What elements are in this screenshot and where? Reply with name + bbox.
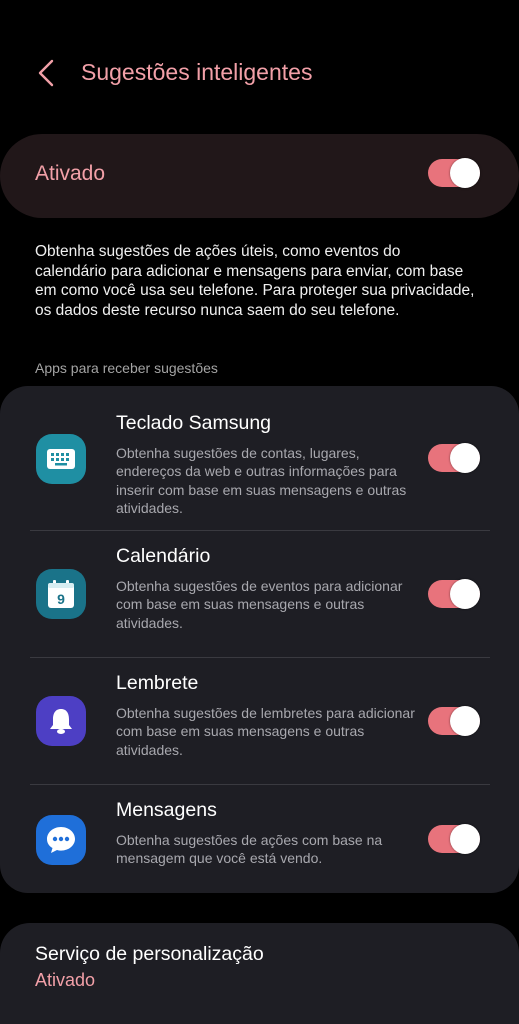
app-description: Obtenha sugestões de eventos para adicio… (116, 578, 403, 631)
reminder-toggle-switch[interactable] (428, 706, 480, 736)
toggle-knob (450, 579, 480, 609)
app-row-calendar[interactable]: 9 Calendário Obtenha sugestões de evento… (0, 531, 519, 657)
calendar-icon: 9 (48, 580, 74, 608)
keyboard-icon (47, 449, 75, 469)
app-title: Mensagens (116, 799, 217, 821)
reminder-app-icon (36, 696, 86, 746)
toggle-knob (450, 824, 480, 854)
calendar-day-number: 9 (57, 591, 65, 607)
chevron-left-icon (38, 59, 54, 87)
app-title: Calendário (116, 545, 211, 567)
app-title: Teclado Samsung (116, 412, 272, 434)
section-label: Apps para receber sugestões (35, 360, 218, 376)
app-description: Obtenha sugestões de ações com base na m… (116, 832, 383, 867)
master-toggle-label: Ativado (35, 162, 106, 185)
page-title: Sugestões inteligentes (81, 59, 313, 85)
app-title: Lembrete (116, 672, 199, 694)
app-row-reminder[interactable]: Lembrete Obtenha sugestões de lembretes … (0, 658, 519, 784)
smart-suggestions-screen: Sugestões inteligentes Ativado Obtenha s… (0, 0, 519, 1024)
personalization-title: Serviço de personalização (35, 943, 264, 965)
keyboard-app-icon (36, 434, 86, 484)
personalization-status: Ativado (35, 970, 96, 990)
bell-icon (50, 709, 72, 734)
personalization-service-row[interactable]: Serviço de personalização Ativado (0, 923, 519, 1024)
toggle-knob (450, 443, 480, 473)
calendar-app-icon: 9 (36, 569, 86, 619)
master-toggle-row[interactable]: Ativado (0, 134, 519, 218)
app-row-samsung-keyboard[interactable]: Teclado Samsung Obtenha sugestões de con… (0, 386, 519, 530)
message-bubble-icon (47, 827, 75, 853)
feature-description: Obtenha sugestões de ações úteis, como e… (35, 243, 475, 319)
master-toggle-switch[interactable] (428, 158, 480, 188)
back-button[interactable] (28, 55, 64, 91)
app-bar: Sugestões inteligentes (0, 45, 519, 103)
keyboard-toggle-switch[interactable] (428, 443, 480, 473)
calendar-toggle-switch[interactable] (428, 579, 480, 609)
app-description: Obtenha sugestões de contas, lugares, en… (116, 445, 407, 516)
app-row-messages[interactable]: Mensagens Obtenha sugestões de ações com… (0, 785, 519, 893)
toggle-knob (450, 706, 480, 736)
app-description: Obtenha sugestões de lembretes para adic… (116, 705, 415, 758)
apps-list-card: Teclado Samsung Obtenha sugestões de con… (0, 386, 519, 893)
toggle-knob (450, 158, 480, 188)
messages-toggle-switch[interactable] (428, 824, 480, 854)
messages-app-icon (36, 815, 86, 865)
